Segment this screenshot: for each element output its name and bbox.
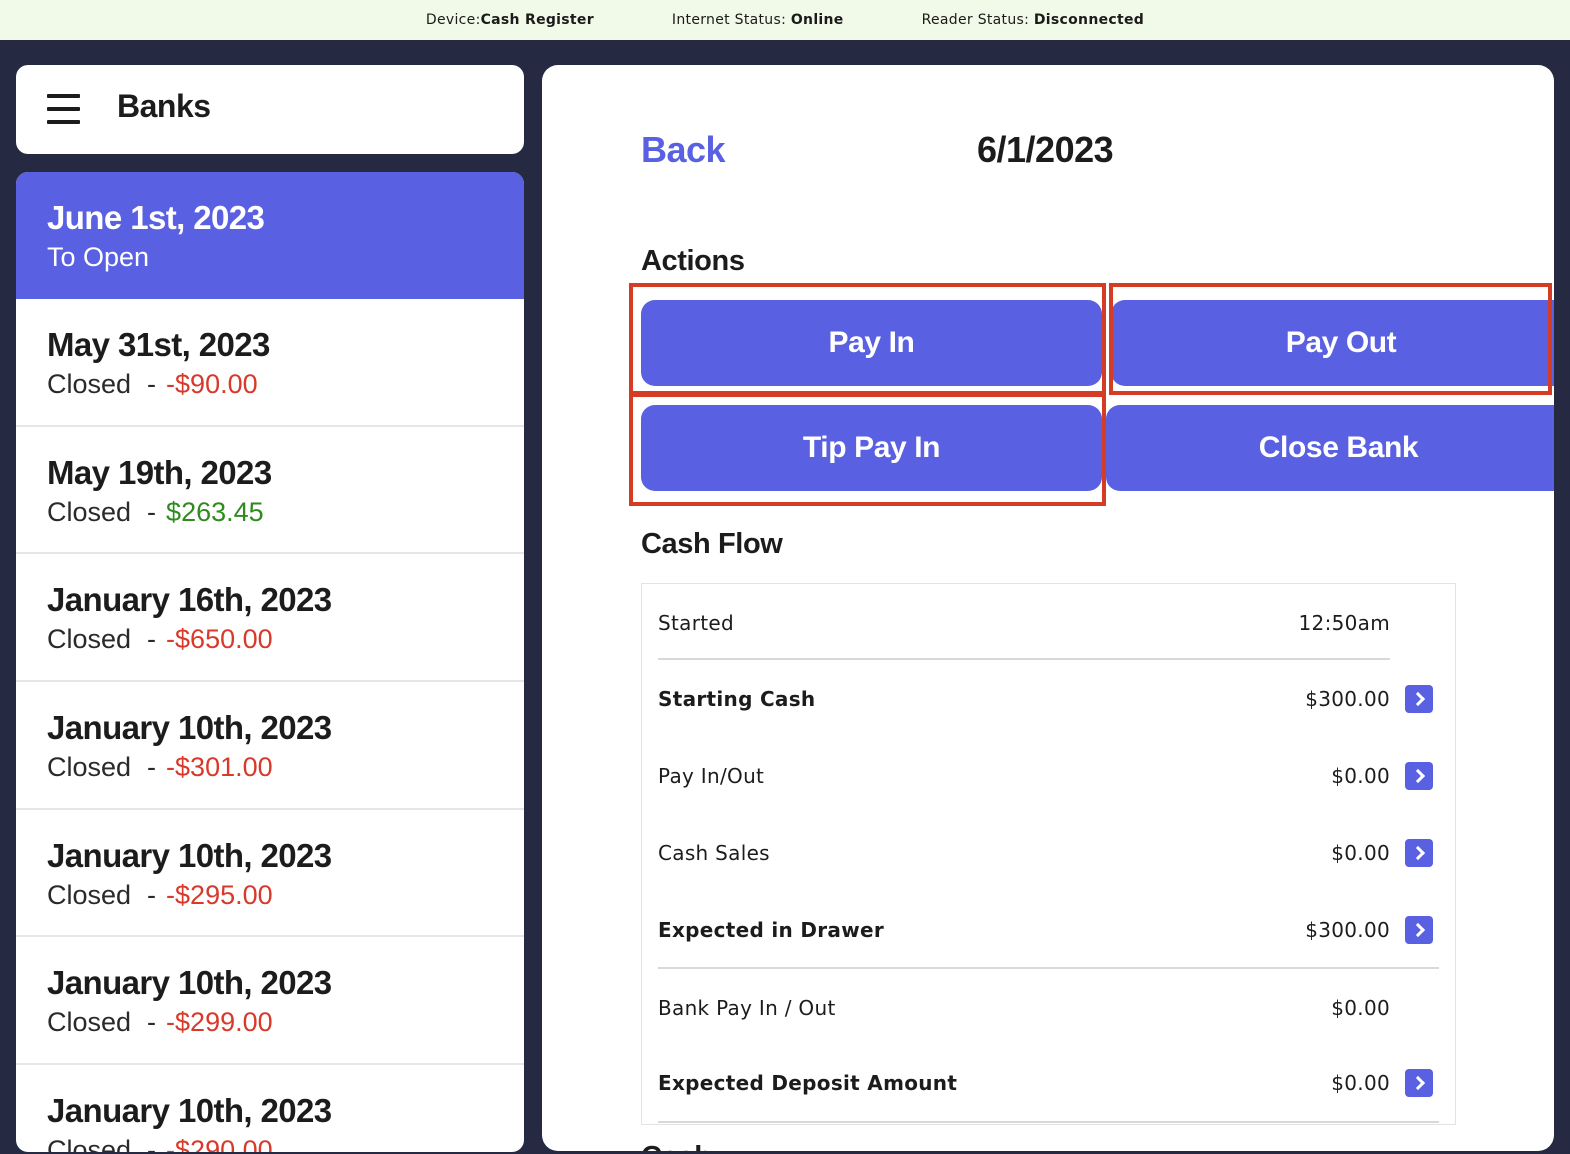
bank-amount: -$650.00 bbox=[166, 624, 273, 655]
close-bank-button[interactable]: Close Bank bbox=[1106, 405, 1554, 491]
bank-status: Closed bbox=[47, 1135, 132, 1152]
starting-cash-chevron-icon[interactable] bbox=[1405, 685, 1433, 713]
cash-flow-table: Started 12:50am Starting Cash $300.00 Pa… bbox=[641, 583, 1456, 1125]
bank-amount: -$301.00 bbox=[166, 752, 273, 783]
expected-drawer-chevron-icon[interactable] bbox=[1405, 916, 1433, 944]
sidebar-title: Banks bbox=[117, 88, 211, 124]
bank-status-line: Closed - -$299.00 bbox=[47, 1003, 524, 1041]
cash-sales-label: Cash Sales bbox=[658, 841, 770, 865]
bank-status: Closed bbox=[47, 624, 132, 655]
device-value: Cash Register bbox=[480, 12, 594, 28]
bank-status-line: Closed - -$295.00 bbox=[47, 876, 524, 914]
bank-list-item[interactable]: January 10th, 2023 Closed - -$301.00 bbox=[16, 682, 524, 810]
cash-drops-heading-text: Cash Drops bbox=[641, 1141, 781, 1151]
status-bar: Device:Cash Register Internet Status: On… bbox=[0, 0, 1570, 40]
separator: - bbox=[147, 496, 157, 527]
bank-detail-panel: Back 6/1/2023 Actions Pay In Pay Out Tip… bbox=[542, 65, 1554, 1151]
expected-deposit-label: Expected Deposit Amount bbox=[658, 1071, 958, 1095]
page-title: 6/1/2023 bbox=[977, 129, 1114, 170]
bank-date: January 10th, 2023 bbox=[47, 836, 332, 874]
pay-in-button[interactable]: Pay In bbox=[641, 300, 1102, 386]
reader-label: Reader Status: bbox=[921, 12, 1030, 28]
bank-status-line: Closed - -$90.00 bbox=[47, 365, 524, 403]
divider bbox=[658, 658, 1390, 660]
reader-status: Reader Status: Disconnected bbox=[922, 12, 1145, 28]
cash-drops-heading: Cash Drops bbox=[641, 1139, 781, 1151]
bank-list-item[interactable]: January 10th, 2023 Closed - -$290.00 bbox=[16, 1065, 524, 1152]
internet-label: Internet Status: bbox=[671, 12, 787, 28]
internet-value: Online bbox=[790, 12, 844, 28]
bank-status-line: Closed - -$650.00 bbox=[47, 620, 524, 658]
bank-status-line: Closed - $263.45 bbox=[47, 493, 524, 531]
reader-value: Disconnected bbox=[1033, 12, 1145, 28]
pay-inout-value: $0.00 bbox=[1331, 764, 1390, 788]
cash-sales-chevron-icon[interactable] bbox=[1405, 839, 1433, 867]
device-label: Device: bbox=[425, 12, 481, 28]
bank-list-item[interactable]: January 10th, 2023 Closed - -$295.00 bbox=[16, 810, 524, 938]
bank-date: January 10th, 2023 bbox=[47, 709, 332, 747]
bank-amount: $263.45 bbox=[166, 496, 264, 527]
divider bbox=[658, 967, 1439, 969]
bank-status-line: Closed - -$290.00 bbox=[47, 1131, 524, 1152]
bank-list-item[interactable]: June 1st, 2023 To Open bbox=[16, 172, 524, 299]
bank-list-item[interactable]: May 31st, 2023 Closed - -$90.00 bbox=[16, 299, 524, 427]
sidebar-header: Banks bbox=[16, 65, 524, 154]
back-button[interactable]: Back bbox=[641, 129, 726, 171]
bank-status: Closed bbox=[47, 496, 132, 527]
expected-deposit-value: $0.00 bbox=[1331, 1071, 1390, 1095]
bank-amount: -$290.00 bbox=[166, 1135, 273, 1152]
expected-drawer-value: $300.00 bbox=[1305, 918, 1390, 942]
bank-amount: -$295.00 bbox=[166, 879, 273, 910]
bank-date: May 31st, 2023 bbox=[47, 326, 270, 363]
banks-list: June 1st, 2023 To Open May 31st, 2023 Close… bbox=[16, 172, 524, 1152]
bank-status-line: Closed - -$301.00 bbox=[47, 748, 524, 786]
separator: - bbox=[147, 879, 157, 910]
bank-list-item[interactable]: May 19th, 2023 Closed - $263.45 bbox=[16, 427, 524, 555]
starting-cash-value: $300.00 bbox=[1305, 687, 1390, 711]
bank-amount: -$90.00 bbox=[166, 369, 258, 399]
bank-status: Closed bbox=[47, 752, 132, 783]
bank-status: To Open bbox=[47, 242, 150, 272]
menu-icon[interactable] bbox=[47, 94, 80, 124]
bank-pay-label: Bank Pay In / Out bbox=[658, 996, 836, 1020]
pay-out-button[interactable]: Pay Out bbox=[1111, 300, 1554, 386]
cash-sales-value: $0.00 bbox=[1331, 841, 1390, 865]
started-value: 12:50am bbox=[1298, 611, 1390, 635]
actions-heading: Actions bbox=[641, 245, 745, 277]
separator: - bbox=[147, 1135, 157, 1152]
pay-inout-chevron-icon[interactable] bbox=[1405, 762, 1433, 790]
bank-status: Closed bbox=[47, 369, 132, 399]
started-label: Started bbox=[658, 611, 734, 635]
bank-date: January 10th, 2023 bbox=[47, 964, 332, 1002]
separator: - bbox=[147, 752, 157, 783]
separator: - bbox=[147, 369, 157, 399]
internet-status: Internet Status: Online bbox=[672, 12, 844, 28]
bank-date: January 10th, 2023 bbox=[47, 1092, 332, 1130]
bank-list-item[interactable]: January 16th, 2023 Closed - -$650.00 bbox=[16, 554, 524, 683]
separator: - bbox=[147, 624, 157, 655]
bank-date: June 1st, 2023 bbox=[47, 199, 265, 236]
bank-pay-value: $0.00 bbox=[1331, 996, 1390, 1020]
bank-date: January 16th, 2023 bbox=[47, 581, 332, 619]
bank-date: May 19th, 2023 bbox=[47, 453, 272, 491]
bank-status: Closed bbox=[47, 879, 132, 910]
bank-amount: -$299.00 bbox=[166, 1007, 273, 1038]
bank-status: Closed bbox=[47, 1007, 132, 1038]
separator: - bbox=[147, 1007, 157, 1038]
expected-deposit-chevron-icon[interactable] bbox=[1405, 1069, 1433, 1097]
pay-inout-label: Pay In/Out bbox=[658, 764, 765, 788]
expected-drawer-label: Expected in Drawer bbox=[658, 918, 885, 942]
starting-cash-label: Starting Cash bbox=[658, 687, 816, 711]
tip-pay-in-button[interactable]: Tip Pay In bbox=[641, 405, 1102, 491]
device-status: Device:Cash Register bbox=[426, 12, 594, 28]
bank-status-line: To Open bbox=[47, 238, 524, 276]
divider bbox=[658, 1121, 1439, 1123]
cash-flow-heading: Cash Flow bbox=[641, 528, 783, 560]
bank-list-item[interactable]: January 10th, 2023 Closed - -$299.00 bbox=[16, 937, 524, 1066]
